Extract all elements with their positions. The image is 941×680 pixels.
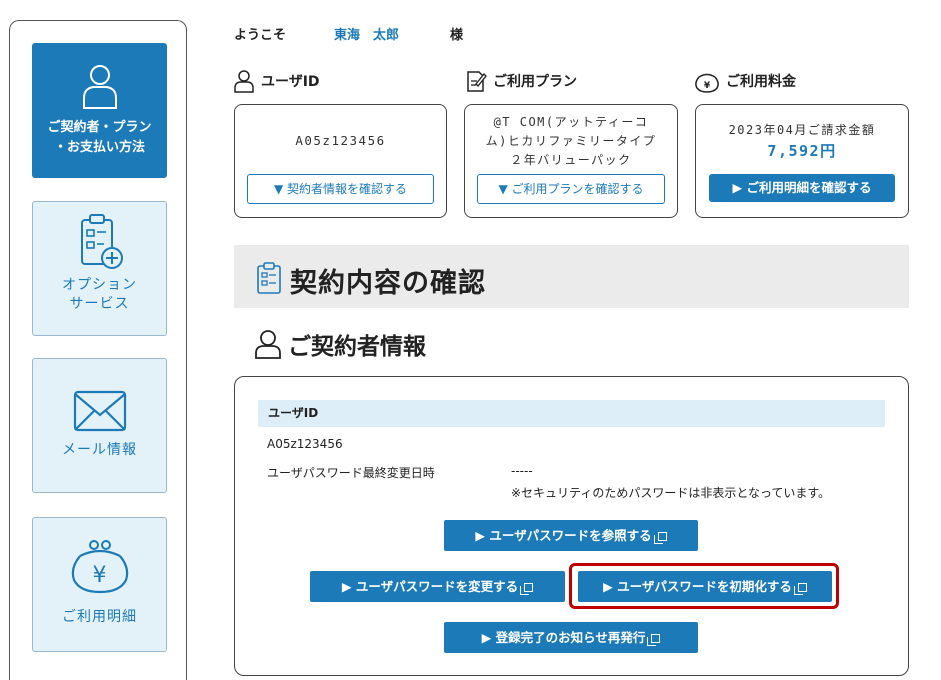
envelope-icon	[73, 390, 126, 432]
external-window-icon	[647, 634, 661, 646]
welcome-suffix: 様	[450, 28, 464, 43]
external-window-icon	[793, 583, 807, 595]
sidebar-item-billing[interactable]: ¥ ご利用明細	[32, 517, 167, 652]
sidebar-item-label: ご利用明細	[62, 609, 137, 625]
fee-label: ¥ ご利用料金	[694, 69, 796, 93]
reissue-notice-button[interactable]: ▶ 登録完了のお知らせ再発行	[444, 622, 698, 653]
view-plan-button[interactable]: ▼ ご利用プランを確認する	[477, 174, 665, 204]
user-id-card: A05z123456 ▼ 契約者情報を確認する	[234, 104, 447, 218]
plan-name: @T COM(アットティーコ ム)ヒカリファミリータイプ ２年バリューパック	[485, 115, 657, 167]
document-edit-icon	[467, 71, 487, 92]
sidebar-item-mail[interactable]: メール情報	[32, 358, 167, 493]
view-contractor-info-button[interactable]: ▼ 契約者情報を確認する	[247, 174, 434, 204]
sidebar-item-label: オプション サービス	[62, 277, 137, 312]
billing-period: 2023年04月ご請求金額	[728, 123, 876, 137]
view-billing-details-button[interactable]: ▶ ご利用明細を確認する	[709, 174, 895, 202]
password-hidden-note: ※セキュリティのためパスワードは非表示となっています。	[511, 486, 831, 500]
person-icon	[82, 65, 117, 109]
password-changed-label: ユーザパスワード最終変更日時	[267, 466, 435, 480]
yen-purse-icon: ¥	[71, 540, 128, 594]
view-password-button[interactable]: ▶ ユーザパスワードを参照する	[444, 520, 698, 551]
sidebar-item-options[interactable]: オプション サービス	[32, 201, 167, 336]
plan-label: ご利用プラン	[465, 69, 577, 93]
external-window-icon	[653, 532, 667, 544]
fee-card: 2023年04月ご請求金額 7,592円 ▶ ご利用明細を確認する	[695, 104, 909, 218]
clipboard-plus-icon	[80, 214, 123, 269]
section-heading: ご契約者情報	[254, 327, 426, 361]
welcome-greeting: ようこそ	[234, 28, 287, 43]
plan-card: @T COM(アットティーコ ム)ヒカリファミリータイプ ２年バリューパック ▼…	[464, 104, 678, 218]
sidebar-item-label: メール情報	[62, 442, 137, 458]
password-changed-value: -----	[511, 464, 533, 478]
user-id-text: A05z123456	[267, 437, 343, 451]
external-window-icon	[520, 583, 534, 595]
sidebar-nav: ご契約者・プラン ・お支払い方法 オプション サービス メール情報 ¥ ご利用明…	[9, 20, 187, 680]
billing-amount: 7,592円	[767, 142, 837, 160]
user-id-label: ユーザID	[233, 69, 320, 93]
user-id-value: A05z123456	[295, 133, 386, 148]
page-title-bar: 契約内容の確認	[234, 245, 909, 308]
svg-text:¥: ¥	[704, 81, 711, 91]
reset-password-button[interactable]: ▶ ユーザパスワードを初期化する	[578, 571, 832, 602]
person-icon	[234, 70, 254, 93]
clipboard-icon	[257, 262, 281, 294]
sidebar-item-contract[interactable]: ご契約者・プラン ・お支払い方法	[32, 43, 167, 178]
user-id-header: ユーザID	[258, 400, 885, 427]
change-password-button[interactable]: ▶ ユーザパスワードを変更する	[310, 571, 565, 602]
yen-purse-icon: ¥	[695, 73, 719, 93]
sidebar-item-label: ご契約者・プラン ・お支払い方法	[47, 120, 152, 155]
svg-text:¥: ¥	[92, 563, 107, 588]
person-icon	[255, 330, 281, 359]
user-name: 東海 太郎	[334, 28, 400, 43]
page-title: 契約内容の確認	[290, 268, 486, 299]
welcome-line: ようこそ 東海 太郎 様	[234, 24, 463, 43]
